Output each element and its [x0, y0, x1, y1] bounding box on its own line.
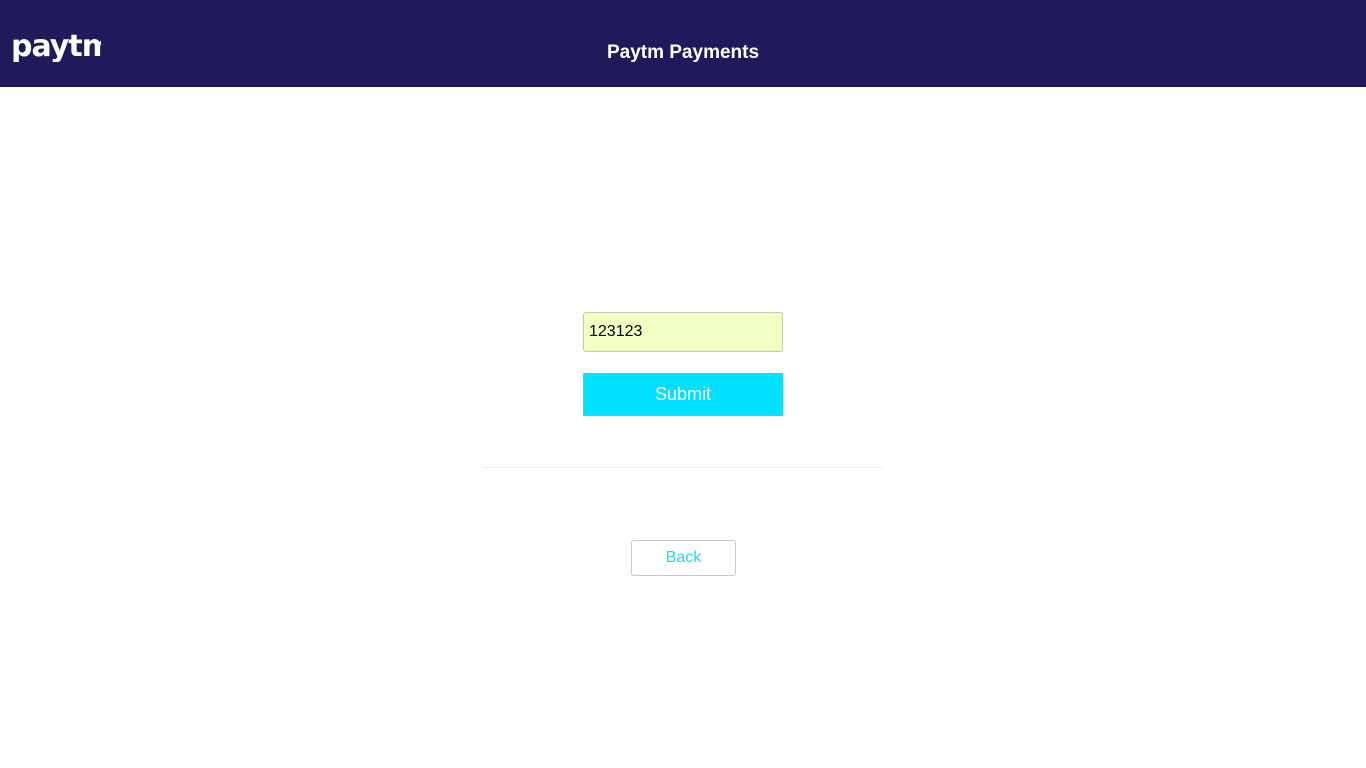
divider — [483, 467, 883, 468]
header-bar: paytm Paytm Payments — [0, 0, 1366, 87]
submit-button[interactable]: Submit — [583, 373, 783, 416]
page-title: Paytm Payments — [606, 42, 760, 63]
back-button[interactable]: Back — [631, 540, 736, 576]
otp-input[interactable] — [583, 312, 783, 352]
